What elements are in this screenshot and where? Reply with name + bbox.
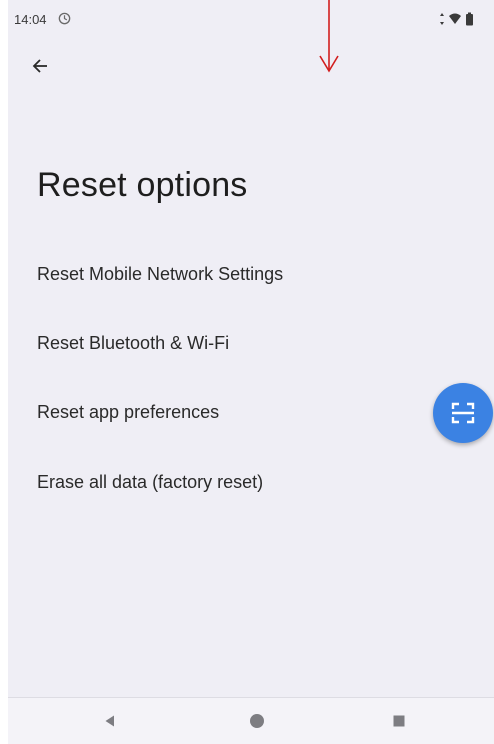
nav-back-button[interactable] — [97, 708, 123, 734]
scan-icon — [451, 402, 475, 424]
menu-item-label: Erase all data (factory reset) — [37, 472, 264, 492]
reset-mobile-network-item[interactable]: Reset Mobile Network Settings — [8, 240, 494, 308]
scan-fab-button[interactable] — [433, 383, 493, 443]
back-triangle-icon — [105, 715, 114, 727]
status-bar: 14:04 — [8, 0, 494, 40]
page-title: Reset options — [37, 166, 248, 204]
reset-app-preferences-item[interactable]: Reset app preferences — [8, 378, 494, 446]
menu-item-label: Reset Bluetooth & Wi-Fi — [37, 333, 230, 353]
settings-screen: 14:04 Reset options Reset Mobile Network… — [8, 0, 494, 744]
status-time: 14:04 — [14, 12, 47, 27]
down-arrow-indicator — [319, 0, 339, 73]
arrow-left-icon — [32, 59, 47, 73]
erase-all-data-item[interactable]: Erase all data (factory reset) — [8, 448, 494, 516]
status-icons — [439, 10, 474, 28]
reset-bluetooth-wifi-item[interactable]: Reset Bluetooth & Wi-Fi — [8, 309, 494, 377]
back-button[interactable] — [26, 52, 54, 80]
battery-icon — [466, 12, 473, 26]
sync-icon — [58, 12, 71, 25]
nav-home-button[interactable] — [244, 708, 270, 734]
menu-item-label: Reset Mobile Network Settings — [37, 264, 284, 284]
home-circle-icon — [250, 714, 264, 728]
wifi-icon — [449, 13, 461, 24]
nav-recents-button[interactable] — [386, 708, 412, 734]
menu-item-label: Reset app preferences — [37, 402, 220, 422]
signal-icon — [440, 13, 444, 25]
navigation-bar — [8, 697, 494, 744]
recents-square-icon — [393, 715, 405, 727]
